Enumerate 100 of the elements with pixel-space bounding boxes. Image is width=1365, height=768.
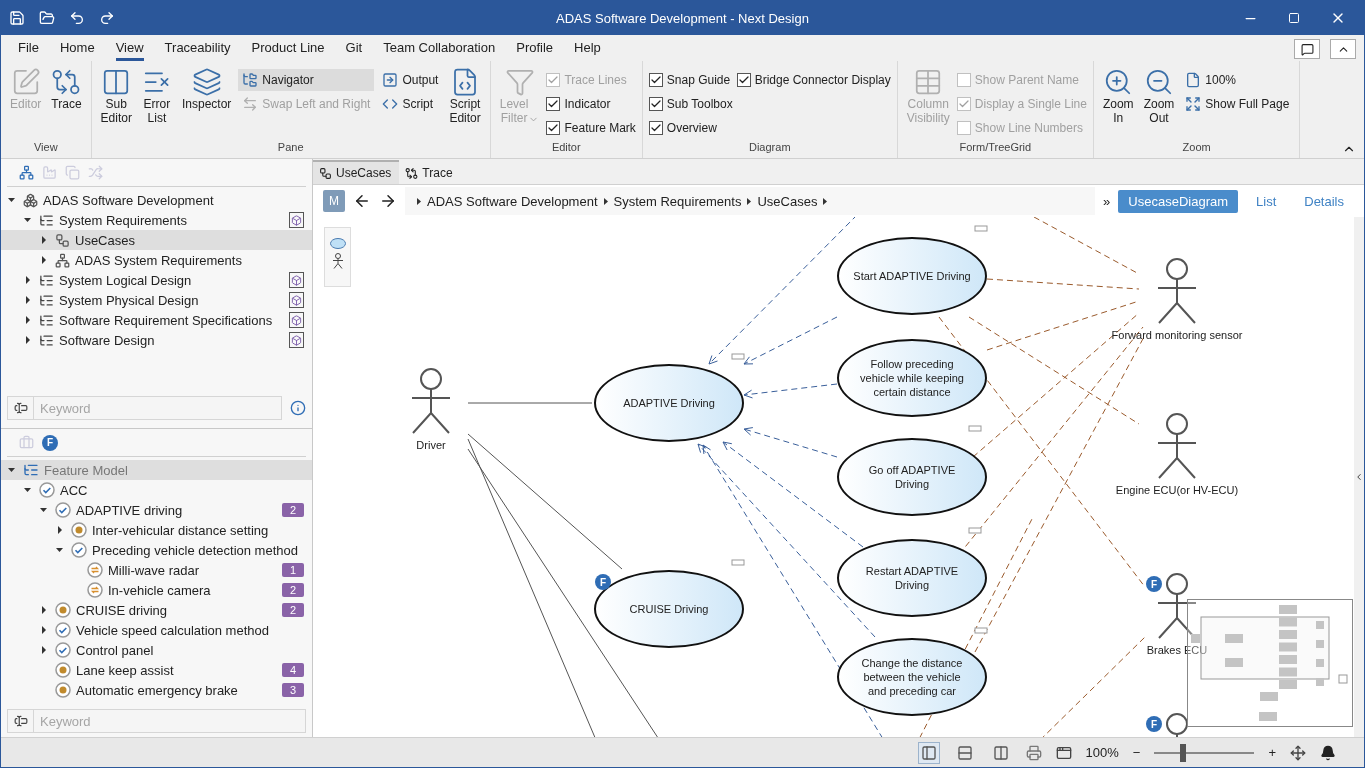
tree-item[interactable]: Software Design: [1, 330, 312, 350]
editor-mode-link[interactable]: Details: [1294, 189, 1354, 213]
move-icon[interactable]: [1290, 744, 1306, 761]
collapse-button[interactable]: [1330, 39, 1356, 59]
breadcrumb-link[interactable]: UseCases: [757, 193, 818, 209]
tree-item[interactable]: Vehicle speed calculation method: [1, 620, 312, 640]
checkbox[interactable]: [648, 121, 663, 135]
text-cursor-icon: [13, 401, 28, 415]
tree-item[interactable]: Milli-wave radar 1: [1, 560, 312, 580]
forward-icon[interactable]: [379, 192, 397, 210]
breadcrumb-link[interactable]: System Requirements: [613, 193, 742, 209]
ribbon-button[interactable]: Show Full Page: [1181, 93, 1294, 115]
text-filter-button[interactable]: [7, 396, 33, 420]
folder-icon[interactable]: [39, 10, 55, 26]
tree-item[interactable]: Feature Model: [1, 460, 312, 480]
diagram-icon: [319, 166, 332, 180]
menu-tab[interactable]: Home: [59, 40, 95, 61]
layout-button[interactable]: [917, 741, 940, 764]
document-tab[interactable]: Trace: [399, 160, 461, 184]
tree-item[interactable]: Control panel: [1, 640, 312, 660]
editor-mode-link[interactable]: UsecaseDiagram: [1118, 189, 1238, 213]
comment-button[interactable]: [1294, 39, 1320, 59]
menu-tab[interactable]: File: [18, 40, 39, 61]
menu-tab[interactable]: Traceability: [164, 40, 231, 61]
zoom-in-button[interactable]: +: [1268, 745, 1276, 760]
menu-tab[interactable]: Git: [345, 40, 363, 61]
tree-item[interactable]: Inter-vehicular distance setting: [1, 520, 312, 540]
info-icon[interactable]: [290, 400, 306, 416]
ribbon-button[interactable]: Trace: [48, 65, 85, 113]
more-button[interactable]: »: [1103, 193, 1111, 209]
layout-icon: [920, 744, 937, 761]
tree-view-icon[interactable]: [19, 165, 34, 180]
count-badge: 3: [282, 683, 304, 697]
ribbon-button[interactable]: Error List: [138, 65, 175, 127]
mandatory-feature-icon: [71, 542, 87, 558]
checkbox[interactable]: [546, 121, 561, 135]
ribbon-button[interactable]: Navigator: [238, 69, 375, 91]
slider-thumb[interactable]: [1180, 743, 1187, 762]
ribbon-button[interactable]: Script: [378, 93, 443, 115]
ellipse-icon[interactable]: [329, 238, 346, 249]
project-icon: [23, 192, 38, 208]
ribbon-button[interactable]: Output: [378, 69, 443, 91]
printer-icon[interactable]: [1025, 744, 1042, 761]
actor-label: Engine ECU(or HV-ECU): [1115, 484, 1239, 496]
ribbon-icon: [1185, 72, 1202, 88]
ribbon-button[interactable]: Script Editor: [446, 65, 484, 127]
menu-tab[interactable]: Product Line: [251, 40, 325, 61]
menu-tab[interactable]: Help: [574, 40, 601, 61]
window-settings-icon[interactable]: [1055, 744, 1072, 761]
checkbox[interactable]: [546, 97, 561, 111]
ribbon-button[interactable]: Zoom Out: [1140, 65, 1178, 127]
expand-panel-icon[interactable]: [1354, 472, 1364, 482]
tree-item[interactable]: System Physical Design: [1, 290, 312, 310]
menu-tab[interactable]: Team Collaboration: [383, 40, 496, 61]
back-icon[interactable]: [353, 192, 371, 210]
separator-icon: [823, 197, 828, 205]
search-field[interactable]: Keyword: [33, 709, 306, 733]
tree-item[interactable]: Automatic emergency brake 3: [1, 680, 312, 700]
tree-item[interactable]: ADAPTIVE driving 2: [1, 500, 312, 520]
feature-badge: F: [1146, 576, 1162, 592]
tree-item-label: ADAS Software Development: [43, 192, 214, 208]
checkbox[interactable]: [648, 97, 663, 111]
save-icon[interactable]: [9, 10, 25, 26]
tree-item[interactable]: In-vehicle camera 2: [1, 580, 312, 600]
package-icon: [39, 292, 54, 308]
redo-icon[interactable]: [99, 10, 115, 26]
ribbon-button[interactable]: 100%: [1181, 69, 1294, 91]
checkbox-label: Display a Single Line: [974, 97, 1087, 111]
checkbox[interactable]: [648, 73, 663, 87]
search-field[interactable]: Keyword: [33, 396, 282, 420]
tree-item[interactable]: System Requirements: [1, 210, 312, 230]
connector-label-box: [974, 225, 988, 232]
menu-tab[interactable]: Profile: [516, 40, 554, 61]
ribbon-button[interactable]: Sub Editor: [97, 65, 135, 127]
ribbon-button[interactable]: Inspector: [178, 65, 235, 113]
tree-item[interactable]: ADAS System Requirements: [1, 250, 312, 270]
tree-item[interactable]: ADAS Software Development: [1, 190, 312, 210]
editor-mode-link[interactable]: List: [1246, 189, 1287, 213]
tree-item[interactable]: CRUISE driving 2: [1, 600, 312, 620]
tree-item[interactable]: Preceding vehicle detection method: [1, 540, 312, 560]
maximize-icon[interactable]: [1288, 10, 1300, 26]
package-icon: [39, 312, 54, 328]
tree-item-label: Vehicle speed calculation method: [76, 622, 269, 638]
tree-item-label: CRUISE driving: [76, 602, 168, 618]
tree-item[interactable]: Lane keep assist 4: [1, 660, 312, 680]
actor-icon[interactable]: [331, 253, 344, 269]
tree-item[interactable]: System Logical Design: [1, 270, 312, 290]
breadcrumb-link[interactable]: ADAS Software Development: [427, 193, 598, 209]
tree-item[interactable]: UseCases: [1, 230, 312, 250]
zoom-out-button[interactable]: −: [1132, 745, 1141, 760]
trace-icon: [405, 166, 419, 180]
text-filter-button[interactable]: [7, 709, 33, 733]
document-tab[interactable]: UseCases: [313, 160, 400, 184]
ribbon-button[interactable]: Zoom In: [1099, 65, 1137, 127]
notification-icon[interactable]: [1320, 744, 1336, 761]
undo-icon[interactable]: [69, 10, 85, 26]
checkbox[interactable]: [736, 73, 751, 87]
tree-item[interactable]: ACC: [1, 480, 312, 500]
tree-item[interactable]: Software Requirement Specifications: [1, 310, 312, 330]
feature-button[interactable]: F: [42, 434, 58, 451]
